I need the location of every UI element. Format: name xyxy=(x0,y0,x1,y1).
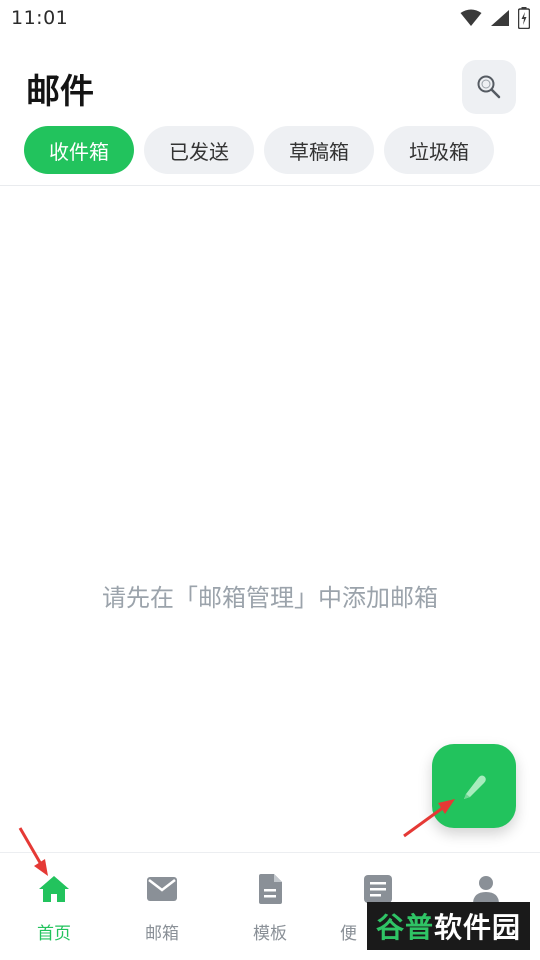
tab-drafts[interactable]: 草稿箱 xyxy=(264,126,374,174)
watermark-text-1: 谷普 xyxy=(375,911,434,944)
header-divider xyxy=(0,185,540,186)
user-icon xyxy=(470,873,502,905)
notes-icon xyxy=(362,873,394,905)
mail-icon xyxy=(146,873,178,905)
compose-button[interactable] xyxy=(432,744,516,828)
status-bar: 11:01 xyxy=(0,0,540,38)
search-icon xyxy=(477,75,501,99)
nav-label-mailbox: 邮箱 xyxy=(145,924,179,944)
cellular-signal-icon xyxy=(491,10,509,26)
nav-item-templates[interactable]: 模板 xyxy=(216,853,324,960)
document-icon xyxy=(254,873,286,905)
tab-trash[interactable]: 垃圾箱 xyxy=(384,126,494,174)
search-button[interactable] xyxy=(462,60,516,114)
battery-charging-icon xyxy=(518,7,530,29)
status-time: 11:01 xyxy=(11,7,69,29)
mail-folder-tabs: 收件箱 已发送 草稿箱 垃圾箱 xyxy=(24,126,494,174)
page-title: 邮件 xyxy=(26,72,94,112)
tab-inbox[interactable]: 收件箱 xyxy=(24,126,134,174)
status-icons xyxy=(460,7,530,29)
watermark-logo: 谷普软件园 xyxy=(367,902,530,950)
nav-label-templates: 模板 xyxy=(253,924,287,944)
home-icon xyxy=(38,873,70,905)
watermark-text-2: 软件园 xyxy=(434,911,522,944)
nav-label-home: 首页 xyxy=(37,924,71,944)
tab-sent[interactable]: 已发送 xyxy=(144,126,254,174)
pencil-icon xyxy=(464,775,486,799)
nav-item-home[interactable]: 首页 xyxy=(0,853,108,960)
wifi-icon xyxy=(460,9,482,26)
nav-item-mailbox[interactable]: 邮箱 xyxy=(108,853,216,960)
empty-state-message: 请先在「邮箱管理」中添加邮箱 xyxy=(102,584,438,612)
